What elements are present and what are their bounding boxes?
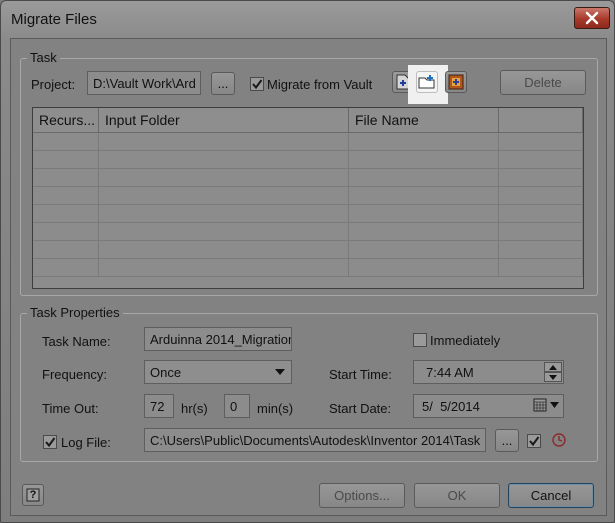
time-out-label: Time Out:: [42, 401, 99, 416]
close-icon: [585, 11, 599, 25]
clock-icon: [552, 433, 566, 447]
immediately-checkbox[interactable]: [413, 333, 427, 347]
task-group-label: Task: [27, 50, 60, 65]
start-date-value: 5/ 5/2014: [422, 399, 480, 414]
log-clock-button[interactable]: [551, 432, 567, 448]
close-button[interactable]: [574, 7, 610, 29]
table-row[interactable]: [33, 169, 583, 187]
time-out-hours-field[interactable]: 72: [144, 394, 174, 418]
log-file-checkbox[interactable]: [43, 435, 57, 449]
log-file-label: Log File:: [61, 435, 111, 450]
start-time-value: 7:44 AM: [426, 365, 474, 380]
chevron-up-icon: [549, 364, 557, 370]
column-header-input-folder[interactable]: Input Folder: [99, 108, 349, 132]
column-header-recursive[interactable]: Recurs...: [33, 108, 99, 132]
minutes-unit-label: min(s): [257, 401, 294, 416]
calendar-button[interactable]: [533, 398, 559, 412]
table-row[interactable]: [33, 187, 583, 205]
task-list-grid[interactable]: Recurs... Input Folder File Name: [32, 107, 584, 289]
time-down-button[interactable]: [544, 372, 562, 382]
table-row[interactable]: [33, 205, 583, 223]
title-bar: Migrate Files: [1, 1, 614, 39]
immediately-label: Immediately: [430, 333, 501, 348]
task-name-label: Task Name:: [42, 334, 111, 349]
import-task-icon: [448, 74, 464, 90]
log-file-field[interactable]: C:\Users\Public\Documents\Autodesk\Inven…: [144, 428, 486, 452]
cancel-button[interactable]: Cancel: [508, 483, 594, 508]
chevron-down-icon: [275, 369, 285, 375]
options-button[interactable]: Options...: [319, 483, 405, 508]
migrate-from-vault-checkbox[interactable]: [250, 77, 264, 91]
log-option-checkbox[interactable]: [527, 434, 541, 448]
column-header-blank: [499, 108, 583, 132]
start-date-field[interactable]: 5/ 5/2014: [413, 394, 564, 418]
dialog-client: Task Project: D:\Vault Work\Ard ... Migr…: [10, 38, 607, 516]
frequency-select[interactable]: Once: [144, 360, 292, 384]
frequency-value: Once: [150, 365, 182, 380]
log-file-browse-button[interactable]: ...: [495, 429, 519, 452]
time-up-button[interactable]: [544, 362, 562, 372]
import-task-button[interactable]: [445, 71, 467, 93]
frequency-label: Frequency:: [42, 367, 108, 382]
chevron-down-icon: [549, 374, 557, 380]
migrate-files-dialog: Migrate Files Task Project: D:\Vault Wor…: [0, 0, 615, 523]
project-field[interactable]: D:\Vault Work\Ard: [87, 71, 201, 95]
add-folder-icon: [418, 75, 435, 89]
help-label: ?: [29, 489, 37, 501]
task-properties-group-label: Task Properties: [27, 305, 123, 320]
help-button[interactable]: ?: [22, 484, 44, 506]
column-header-file-name[interactable]: File Name: [349, 108, 499, 132]
project-browse-button[interactable]: ...: [211, 72, 235, 95]
table-row[interactable]: [33, 223, 583, 241]
add-folder-button[interactable]: [416, 71, 438, 93]
start-time-field[interactable]: 7:44 AM: [413, 360, 564, 384]
start-date-label: Start Date:: [329, 401, 392, 416]
checkmark-icon: [529, 436, 540, 447]
task-list-header: Recurs... Input Folder File Name: [33, 108, 583, 133]
hours-unit-label: hr(s): [181, 401, 208, 416]
checkmark-icon: [45, 437, 56, 448]
window-title: Migrate Files: [11, 11, 97, 28]
table-row[interactable]: [33, 133, 583, 151]
table-row[interactable]: [33, 241, 583, 259]
project-label: Project:: [31, 77, 76, 92]
calendar-icon: [533, 398, 547, 412]
start-time-label: Start Time:: [329, 367, 392, 382]
checkmark-icon: [252, 79, 263, 90]
table-row[interactable]: [33, 259, 583, 277]
chevron-down-icon: [550, 402, 559, 408]
time-out-minutes-field[interactable]: 0: [224, 394, 250, 418]
delete-button[interactable]: Delete: [500, 70, 586, 95]
ok-button[interactable]: OK: [414, 483, 500, 508]
migrate-from-vault-label: Migrate from Vault: [267, 77, 373, 92]
task-name-field[interactable]: Arduinna 2014_Migration: [144, 327, 292, 351]
table-row[interactable]: [33, 151, 583, 169]
